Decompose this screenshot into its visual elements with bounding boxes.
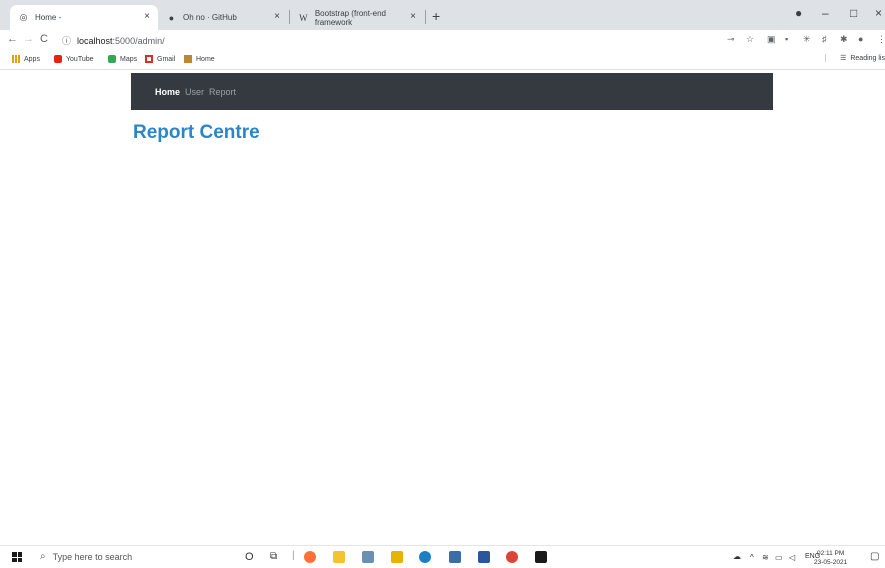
reload-button[interactable]: C — [40, 33, 48, 45]
search-placeholder: Type here to search — [52, 551, 133, 562]
archive-app-icon[interactable] — [333, 551, 345, 563]
bookmarks-bar: Apps YouTube Maps Gmail Home ☰ Reading l… — [0, 50, 885, 70]
cortana-icon[interactable]: O — [245, 551, 254, 563]
reading-list-label: Reading lis — [850, 54, 885, 62]
tab-bootstrap[interactable]: W Bootstrap (front-end framework × — [290, 5, 424, 30]
extension-icon[interactable]: ♯ — [822, 34, 827, 44]
tag-app-icon[interactable] — [449, 551, 461, 563]
key-icon[interactable]: ⊸ — [727, 34, 735, 45]
nav-report[interactable]: Report — [209, 87, 236, 97]
tab-label: Home - — [35, 13, 62, 22]
star-icon[interactable]: ☆ — [746, 34, 754, 45]
terminal-icon[interactable] — [535, 551, 547, 563]
url-path: :5000/admin/ — [112, 35, 165, 46]
forward-button[interactable]: → — [23, 33, 34, 45]
weather-icon[interactable]: ☁ — [733, 552, 741, 561]
youtube-icon — [54, 55, 62, 63]
site-navbar: Home User Report — [131, 73, 773, 110]
bookmark-label: Home — [196, 55, 215, 63]
tab-label: Oh no · GitHub — [183, 13, 237, 22]
clock-date: 23-05-2021 — [814, 559, 848, 566]
volume-icon[interactable]: ◁ — [789, 553, 795, 562]
nav-user[interactable]: User — [185, 87, 204, 97]
edge-icon[interactable] — [419, 551, 431, 563]
bookmark-label: Maps — [120, 55, 138, 63]
taskbar: ⌕ Type here to search O ⧉ | ☁ ^ ≋ ▭ ◁ EN… — [0, 545, 885, 568]
bookmark-label: YouTube — [66, 55, 94, 63]
tab-strip: ◎ Home - × ● Oh no · GitHub × W Bootstra… — [0, 0, 885, 30]
chevron-up-icon[interactable]: ^ — [750, 553, 754, 562]
github-icon: ● — [168, 12, 175, 23]
url-host: localhost — [77, 35, 113, 46]
globe-icon: ◎ — [19, 12, 28, 22]
bookmark-apps[interactable]: Apps — [12, 55, 40, 63]
bookmark-label: Gmail — [157, 55, 176, 63]
tab-label: Bootstrap (front-end framework — [314, 8, 386, 27]
battery-icon[interactable]: ▭ — [775, 553, 783, 562]
tab-separator — [425, 10, 426, 24]
nav-home[interactable]: Home — [155, 87, 180, 97]
firefox-icon[interactable] — [304, 551, 316, 563]
extension-icon[interactable]: ▪ — [785, 34, 788, 44]
bookmark-maps[interactable]: Maps — [108, 55, 137, 63]
word-icon[interactable] — [478, 551, 490, 563]
new-tab-button[interactable]: + — [432, 8, 440, 24]
extension-icon[interactable]: ▣ — [767, 34, 776, 45]
bookmark-gmail[interactable]: Gmail — [145, 55, 175, 63]
folder-icon — [184, 55, 192, 63]
minimize-button[interactable]: – — [822, 6, 829, 20]
restore-button[interactable]: □ — [850, 6, 857, 20]
close-window-button[interactable]: × — [875, 6, 882, 20]
address-bar: ← → C ⓘ localhost:5000/admin/ ⊸ ☆ ▣ ▪ ✳ … — [0, 30, 885, 50]
wikipedia-icon: W — [299, 12, 308, 23]
page-title: Report Centre — [133, 122, 260, 143]
file-explorer-icon[interactable] — [391, 551, 403, 563]
tab-home[interactable]: ◎ Home - × — [10, 5, 158, 30]
close-tab-icon[interactable]: × — [144, 11, 150, 22]
profile-icon[interactable]: ● — [795, 6, 802, 20]
task-view-icon[interactable]: ⧉ — [270, 551, 277, 562]
notification-icon[interactable]: ▢ — [870, 551, 879, 562]
reading-list-button[interactable]: ☰ Reading lis — [825, 54, 885, 62]
search-icon: ⌕ — [40, 551, 46, 562]
screen: ◎ Home - × ● Oh no · GitHub × W Bootstra… — [0, 0, 885, 568]
camera-icon[interactable] — [362, 551, 374, 563]
bookmark-youtube[interactable]: YouTube — [54, 55, 94, 63]
menu-icon[interactable]: ⋮ — [877, 34, 885, 45]
avatar[interactable]: ● — [858, 34, 863, 44]
clock[interactable]: 02:11 PM 23-05-2021 — [814, 549, 847, 567]
windows-start-icon[interactable] — [12, 552, 22, 562]
puzzle-icon[interactable]: ✱ — [840, 34, 848, 45]
back-button[interactable]: ← — [7, 33, 18, 45]
taskbar-divider: | — [292, 550, 295, 561]
bookmark-label: Apps — [24, 55, 40, 63]
clock-time: 02:11 PM — [816, 550, 845, 557]
wifi-icon[interactable]: ≋ — [762, 553, 769, 562]
chrome-icon[interactable] — [506, 551, 518, 563]
close-tab-icon[interactable]: × — [410, 11, 416, 22]
taskbar-search[interactable]: ⌕ Type here to search — [40, 551, 132, 562]
url-field[interactable]: ⓘ localhost:5000/admin/ — [62, 34, 165, 47]
maps-icon — [108, 55, 116, 63]
tab-github[interactable]: ● Oh no · GitHub × — [158, 5, 288, 30]
gmail-icon — [145, 55, 153, 63]
extension-icon[interactable]: ✳ — [803, 34, 811, 45]
bookmark-home[interactable]: Home — [184, 55, 215, 63]
apps-grid-icon — [12, 55, 20, 63]
info-icon[interactable]: ⓘ — [62, 34, 71, 47]
reading-list-icon: ☰ — [840, 55, 847, 62]
close-tab-icon[interactable]: × — [274, 11, 280, 22]
